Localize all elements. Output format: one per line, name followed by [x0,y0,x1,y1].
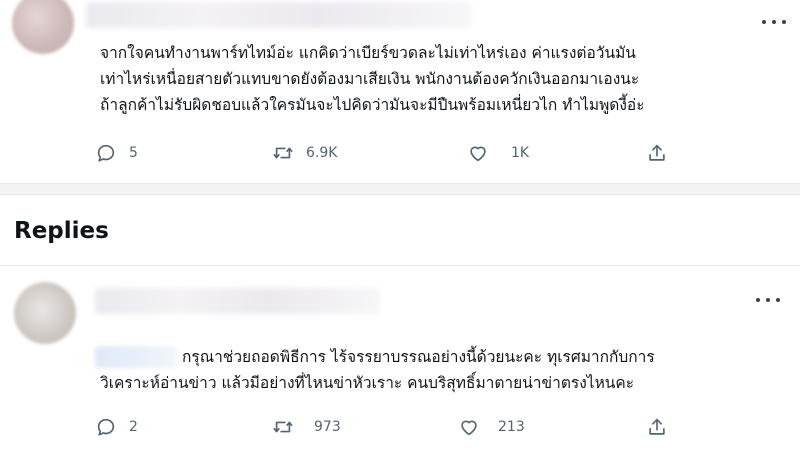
reply-share-button[interactable] [646,414,668,440]
retweet-button[interactable]: 6.9K [272,140,337,166]
reply-reply-count: 2 [129,419,138,435]
share-button[interactable] [646,140,668,166]
like-count: 1K [511,145,530,161]
reply-tweet: กรุณาช่วยถอดพิธีการ ไร้จรรยาบรรณอย่างนี้… [0,266,800,454]
more-horizontal-icon [762,20,766,24]
retweet-icon [273,147,293,159]
reply-text: กรุณาช่วยถอดพิธีการ ไร้จรรยาบรรณอย่างนี้… [100,344,655,396]
like-button[interactable]: 1K [467,140,529,166]
replies-heading: Replies [14,218,109,244]
tweet-text-line: ถ้าลูกค้าไม่รับผิดชอบแล้วใครมันจะไปคิดว่… [100,96,645,114]
reply-avatar[interactable] [14,282,76,344]
share-upload-icon [649,144,665,161]
section-divider [0,183,800,195]
reply-bubble-icon [97,418,115,436]
tweet-text-line: เท่าไหร่เหนื่อยสายตัวแทบขาดยังต้องมาเสีย… [100,70,640,88]
tweet-text: จากใจคนทำงานพาร์ทไทม์อ่ะ แกคิดว่าเบียร์ข… [100,40,645,118]
heart-icon [470,146,486,162]
more-options-button[interactable] [762,14,786,30]
reply-like-count: 213 [498,419,525,435]
more-horizontal-icon [756,298,760,302]
author-name-blurred[interactable] [86,2,471,28]
reply-reply-button[interactable]: 2 [95,414,138,440]
reply-bubble-icon [97,144,115,162]
retweet-count: 6.9K [306,145,338,161]
reply-actions: 2 973 213 [0,414,800,440]
tweet: จากใจคนทำงานพาร์ทไทม์อ่ะ แกคิดว่าเบียร์ข… [0,0,800,183]
reply-author-name-blurred[interactable] [95,288,380,314]
reply-count: 5 [129,145,138,161]
tweet-text-line: จากใจคนทำงานพาร์ทไทม์อ่ะ แกคิดว่าเบียร์ข… [100,44,636,62]
reply-text-line: วิเคราะห์อ่านข่าว แล้วมีอย่างที่ไหนข่าหั… [100,374,635,392]
heart-icon [461,420,477,436]
share-upload-icon [649,418,665,435]
retweet-icon [273,421,293,433]
reply-text-line: กรุณาช่วยถอดพิธีการ ไร้จรรยาบรรณอย่างนี้… [182,348,655,366]
reply-button[interactable]: 5 [95,140,138,166]
reply-retweet-button[interactable]: 973 [272,414,341,440]
reply-more-options-button[interactable] [756,292,780,308]
reply-retweet-count: 973 [314,419,341,435]
tweet-actions: 5 6.9K 1K [0,140,800,166]
avatar[interactable] [12,0,74,54]
reply-like-button[interactable]: 213 [458,414,525,440]
